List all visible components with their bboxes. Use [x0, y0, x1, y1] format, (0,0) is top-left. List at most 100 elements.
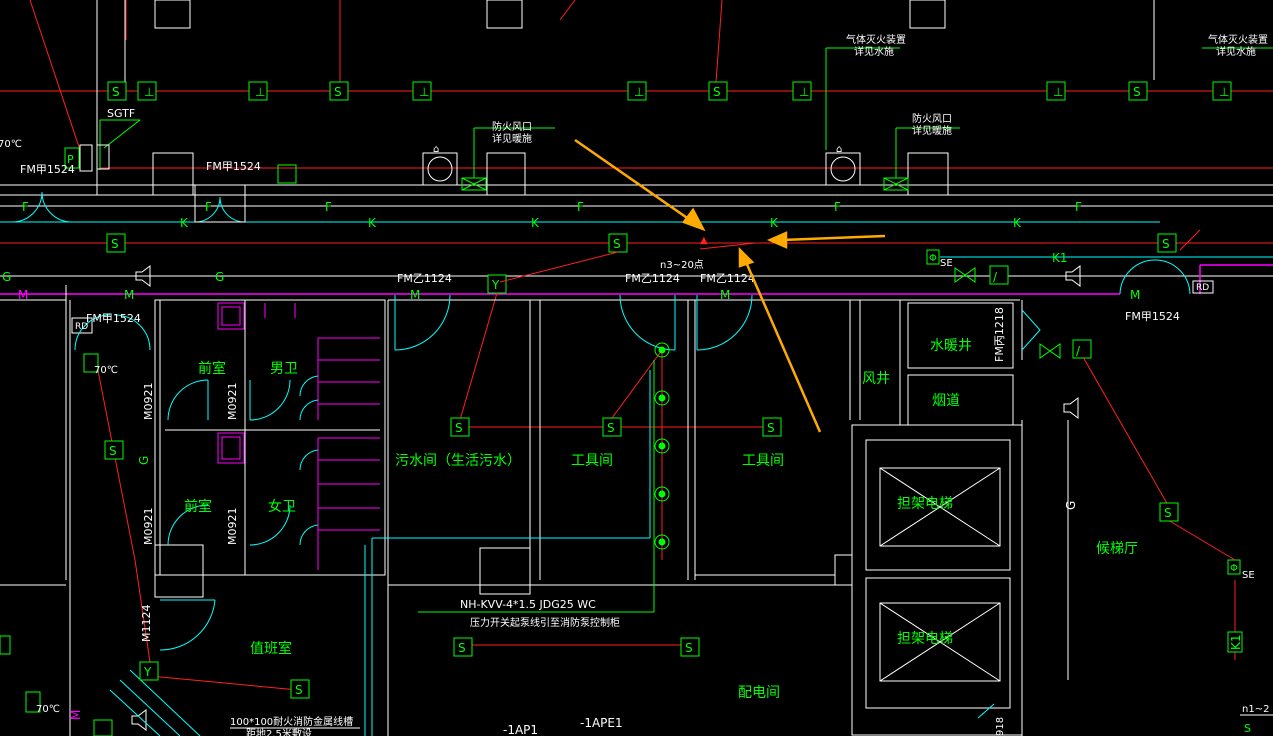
door-label: FM乙1124 — [700, 272, 755, 285]
m-line-label: M — [1130, 288, 1140, 302]
f-line-label: F — [577, 200, 584, 214]
room-label: 污水间（生活污水） — [395, 453, 521, 469]
k-line-label: K — [770, 216, 779, 230]
smoke-detector-icon: S — [767, 421, 775, 435]
door-label: FM乙1124 — [397, 272, 452, 285]
phi-label: Φ — [929, 253, 937, 264]
phi-label: Φ — [1230, 563, 1238, 574]
cyan-k-line — [0, 221, 1273, 258]
k-line-label: K — [531, 216, 540, 230]
panel-label: -1APE1 — [580, 716, 623, 730]
number-label: 918 — [995, 717, 1006, 736]
door-label: FM甲1524 — [206, 160, 261, 173]
g-line-label: G — [2, 270, 11, 284]
f-line-label: F — [205, 200, 212, 214]
k-line-label: K — [368, 216, 377, 230]
room-label: 烟道 — [932, 393, 960, 409]
fire-damper-note: 详见暖施 — [912, 124, 952, 137]
cad-drawing-canvas[interactable]: F F F F F F K K K K K K1 G G M M M M M S… — [0, 0, 1273, 736]
k1-line-label: K1 — [1052, 251, 1068, 265]
gas-extinguisher-note: 详见水施 — [854, 45, 894, 58]
smoke-detector-icon: S — [713, 85, 721, 99]
door-label: M1124 — [140, 605, 153, 643]
smoke-detector-icon: S — [685, 641, 693, 655]
cable-spec-label: NH-KVV-4*1.5 JDG25 WC — [460, 598, 596, 611]
door-swings — [74, 259, 1191, 736]
k-line-label: K — [180, 216, 189, 230]
room-label: 女卫 — [268, 498, 296, 515]
heat-detector-icon: ⊥ — [144, 85, 154, 99]
room-label: 担架电梯 — [897, 496, 953, 512]
f-line-label: F — [1075, 200, 1082, 214]
sprinkler-icon: Y — [143, 665, 152, 679]
f-line-label: F — [834, 200, 841, 214]
smoke-detector-icon: S — [455, 421, 463, 435]
tray-label: 距地2.5米敷设 — [246, 727, 312, 736]
f-line-label: F — [325, 200, 332, 214]
door-label: FM甲1524 — [86, 312, 141, 325]
smoke-detector-icon: S — [1164, 506, 1172, 520]
top-red-risers — [29, 0, 723, 151]
smoke-detector-icon: S — [112, 85, 120, 99]
n-label: n1~2 — [1242, 704, 1269, 715]
panel-label: -1AP1 — [503, 723, 538, 736]
gas-extinguisher-note: 气体灭火装置 — [846, 33, 906, 46]
door-label: FM乙1124 — [625, 272, 680, 285]
fan-icon: ⌂ — [433, 144, 439, 155]
heat-detector-icon: ⊥ — [255, 85, 265, 99]
door-label: FM丙1218 — [993, 307, 1006, 362]
white-f-line — [0, 184, 1273, 277]
door-label: FM甲1524 — [20, 163, 75, 176]
temp-label: 70℃ — [0, 139, 22, 150]
fire-damper-note: 详见暖施 — [492, 132, 532, 145]
red-branch-wiring — [94, 229, 1236, 691]
fire-damper-note: 防火风口 — [492, 120, 532, 133]
room-label: 配电间 — [738, 685, 780, 701]
smoke-detector-icon: S — [613, 237, 621, 251]
m-line-label: M — [124, 288, 134, 302]
f-line-label: F — [22, 200, 29, 214]
g-line-label: G — [1064, 501, 1078, 510]
sprinkler-icon: Y — [491, 278, 500, 292]
sgtf-label: SGTF — [107, 107, 135, 120]
door-label: M0921 — [226, 383, 239, 421]
room-label: 值班室 — [250, 640, 292, 657]
tray-label: 100*100耐火消防金属线槽 — [230, 715, 353, 728]
fan-icon: ⌂ — [836, 144, 842, 155]
room-label: 水暖井 — [930, 338, 972, 354]
smoke-detector-icon: S — [607, 421, 615, 435]
rd-label: RD — [1196, 283, 1209, 293]
room-label: 工具间 — [742, 453, 784, 469]
n-label: n3~20点 — [660, 259, 704, 271]
gas-extinguisher-note: 详见水施 — [1216, 45, 1256, 58]
g-line-label: G — [137, 456, 151, 465]
smoke-detector-icon: S — [458, 641, 466, 655]
room-label: 前室 — [184, 498, 212, 515]
se-label: SE — [940, 258, 953, 269]
gas-extinguisher-note: 气体灭火装置 — [1208, 33, 1268, 46]
smoke-detector-icon: S — [295, 683, 303, 697]
smoke-detector-icon: S — [1244, 722, 1251, 735]
smoke-detector-icon: S — [1133, 85, 1141, 99]
heat-detector-icon: ⊥ — [419, 85, 429, 99]
door-label: FM甲1524 — [1125, 310, 1180, 323]
smoke-detector-icon: S — [334, 85, 342, 99]
room-label: 担架电梯 — [897, 631, 953, 647]
room-label: 男卫 — [270, 361, 298, 377]
smoke-detector-icon: S — [111, 237, 119, 251]
k-line-label: K — [1013, 216, 1022, 230]
g-line-label: G — [215, 270, 224, 284]
highlight-arrows — [574, 138, 886, 433]
room-label: 风井 — [862, 371, 890, 387]
cable-note-label: 压力开关起泵线引至消防泵控制柜 — [470, 616, 620, 629]
temp-label: 70℃ — [94, 365, 118, 376]
heat-detector-icon: ⊥ — [799, 85, 809, 99]
fire-damper-note: 防火风口 — [912, 112, 952, 125]
smoke-detector-icon: S — [109, 444, 117, 458]
se-label: SE — [1242, 570, 1255, 581]
door-label: M0921 — [226, 508, 239, 546]
k1-line-label: K1 — [1229, 634, 1243, 650]
door-label: M0921 — [142, 508, 155, 546]
red-fire-signal-bus — [0, 90, 1273, 244]
floor-plan: F F F F F F K K K K K K1 G G M M M M M S… — [0, 0, 1273, 736]
